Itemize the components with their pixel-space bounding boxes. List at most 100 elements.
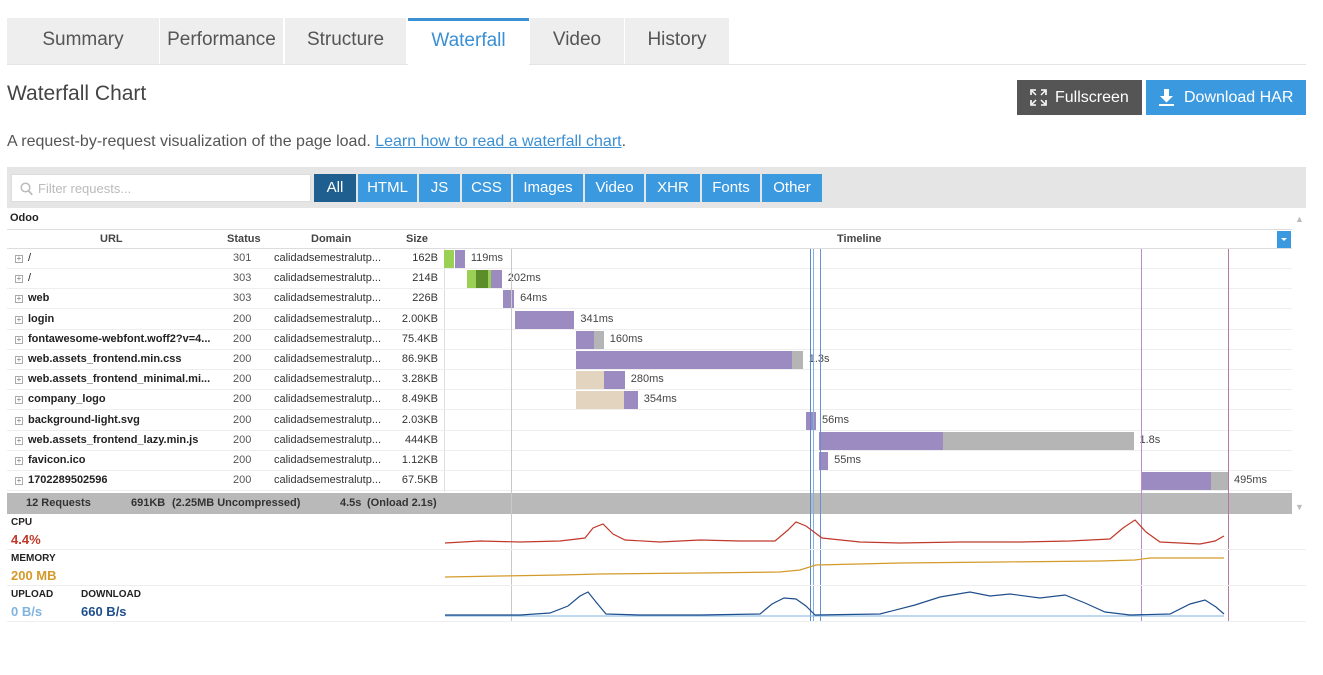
tab-history[interactable]: History	[625, 18, 729, 64]
timing-bar-ttfb[interactable]	[575, 330, 595, 349]
filter-requests-input[interactable]	[38, 175, 308, 201]
table-row[interactable]: + favicon.ico 200 calidadsemestralutp... 1.1…	[7, 451, 1292, 471]
timing-bar-blocked[interactable]	[575, 371, 604, 390]
request-url[interactable]: background-light.svg	[28, 411, 218, 430]
timing-bar-dl[interactable]	[1210, 472, 1228, 491]
table-row[interactable]: +1702289502596 200 calidadsemestralutp... 6…	[7, 471, 1292, 492]
expand-row-icon[interactable]: +	[15, 416, 23, 425]
col-size[interactable]: Size	[406, 230, 428, 248]
timing-bar-lime[interactable]	[466, 270, 477, 289]
scroll-down-icon[interactable]: ▼	[1295, 502, 1304, 512]
timing-bar-dl[interactable]	[594, 330, 604, 349]
request-url[interactable]: web	[28, 289, 218, 308]
timing-bar-blocked[interactable]	[575, 391, 625, 410]
expand-row-icon[interactable]: +	[15, 275, 23, 284]
col-status[interactable]: Status	[227, 230, 261, 248]
timing-bar-ttfb[interactable]	[514, 310, 575, 329]
filter-xhr[interactable]: XHR	[646, 174, 700, 202]
request-url[interactable]: web.assets_frontend.min.css	[28, 350, 218, 369]
col-url[interactable]: URL	[100, 230, 123, 248]
download-label: DOWNLOAD	[81, 589, 141, 600]
memory-label: MEMORY	[11, 553, 56, 564]
request-status: 200	[233, 433, 252, 446]
table-row[interactable]: + web.assets_frontend_lazy.min.js 200 calid…	[7, 431, 1292, 451]
filter-fonts[interactable]: Fonts	[702, 174, 760, 202]
scroll-up-icon[interactable]: ▲	[1295, 214, 1304, 224]
expand-row-icon[interactable]: +	[15, 315, 23, 324]
request-url[interactable]: /	[28, 249, 218, 268]
col-timeline[interactable]: Timeline	[837, 230, 881, 248]
filter-js[interactable]: JS	[419, 174, 460, 202]
expand-row-icon[interactable]: +	[15, 436, 23, 445]
expand-row-icon[interactable]: +	[15, 335, 23, 344]
fullscreen-button[interactable]: Fullscreen	[1017, 80, 1142, 115]
timing-bar-ttfb[interactable]	[502, 290, 515, 309]
col-domain[interactable]: Domain	[311, 230, 351, 248]
timing-bar-dl[interactable]	[792, 351, 803, 369]
summary-time: 4.5s	[340, 497, 362, 509]
timing-bar-ttfb[interactable]	[603, 371, 625, 390]
table-row[interactable]: + / 303 calidadsemestralutp... 214B 202ms	[7, 269, 1292, 290]
tab-performance[interactable]: Performance	[160, 18, 283, 64]
cpu-label: CPU	[11, 517, 33, 528]
timing-bar-ttfb[interactable]	[624, 391, 638, 410]
request-domain: calidadsemestralutp...	[274, 272, 381, 285]
table-row[interactable]: + web 303 calidadsemestralutp... 226B 64ms	[7, 289, 1292, 310]
request-url[interactable]: login	[28, 310, 218, 329]
expand-row-icon[interactable]: +	[15, 396, 23, 405]
request-size: 75.4KB	[401, 332, 438, 345]
timing-bar-dns[interactable]	[444, 250, 455, 268]
timing-bar-ttfb[interactable]	[806, 411, 817, 430]
expand-icon	[1030, 89, 1047, 106]
table-row[interactable]: + web.assets_frontend_minimal.mi... 200 cal…	[7, 370, 1292, 391]
request-size: 67.5KB	[401, 474, 438, 487]
expand-row-icon[interactable]: +	[15, 376, 23, 385]
tab-structure[interactable]: Structure	[285, 18, 406, 64]
request-domain: calidadsemestralutp...	[274, 454, 381, 466]
request-url[interactable]: web.assets_frontend_lazy.min.js	[28, 431, 218, 450]
timing-bar-ttfb[interactable]	[1141, 472, 1211, 491]
timeline-dropdown[interactable]	[1277, 231, 1291, 248]
request-url[interactable]: company_logo	[28, 390, 218, 409]
expand-row-icon[interactable]: +	[15, 356, 23, 364]
table-row[interactable]: + / 301 calidadsemestralutp... 162B 119ms	[7, 249, 1292, 269]
table-row[interactable]: + web.assets_frontend.min.css 200 calidadse…	[7, 350, 1292, 370]
table-row[interactable]: + login 200 calidadsemestralutp... 2.00KB 341…	[7, 310, 1292, 330]
request-size: 226B	[412, 292, 438, 305]
tab-summary[interactable]: Summary	[7, 18, 159, 64]
timing-bar-ttfb[interactable]	[575, 351, 793, 369]
request-domain: calidadsemestralutp...	[274, 332, 381, 345]
expand-row-icon[interactable]: +	[15, 457, 23, 465]
timing-bar-ttfb[interactable]	[491, 270, 502, 289]
expand-row-icon[interactable]: +	[15, 255, 23, 263]
filter-html[interactable]: HTML	[358, 174, 417, 202]
expand-row-icon[interactable]: +	[15, 477, 23, 486]
timing-bar-ttfb[interactable]	[818, 431, 943, 450]
table-row[interactable]: + fontawesome-webfont.woff2?v=4... 200 cali…	[7, 330, 1292, 350]
group-name: Odoo	[10, 212, 39, 224]
timing-bar-ttfb[interactable]	[454, 250, 465, 268]
filter-video[interactable]: Video	[585, 174, 644, 202]
tab-video[interactable]: Video	[530, 18, 624, 64]
filter-other[interactable]: Other	[762, 174, 822, 202]
download-har-button[interactable]: Download HAR	[1146, 80, 1306, 115]
request-url[interactable]: web.assets_frontend_minimal.mi...	[28, 370, 218, 389]
filter-all[interactable]: All	[314, 174, 356, 202]
request-url[interactable]: fontawesome-webfont.woff2?v=4...	[28, 330, 218, 349]
filter-images[interactable]: Images	[513, 174, 583, 202]
expand-row-icon[interactable]: +	[15, 295, 23, 304]
filter-css[interactable]: CSS	[462, 174, 511, 202]
waterfall-scrollbar[interactable]: ▲ ▼	[1292, 208, 1306, 514]
request-domain: calidadsemestralutp...	[274, 373, 381, 386]
table-row[interactable]: + background-light.svg 200 calidadsemestral…	[7, 411, 1292, 431]
request-url[interactable]: favicon.ico	[28, 451, 218, 470]
timing-bar-ssl[interactable]	[476, 270, 488, 289]
metrics-panel: CPU 4.4% MEMORY 200 MB UPLOAD 0 B/s DOWN…	[7, 514, 1306, 622]
request-url[interactable]: 1702289502596	[28, 471, 218, 490]
tab-waterfall[interactable]: Waterfall	[408, 18, 529, 65]
request-domain: calidadsemestralutp...	[274, 433, 381, 446]
timing-bar-dl[interactable]	[942, 431, 1134, 450]
learn-waterfall-link[interactable]: Learn how to read a waterfall chart	[375, 133, 621, 150]
request-url[interactable]: /	[28, 269, 218, 288]
table-row[interactable]: + company_logo 200 calidadsemestralutp... 8.…	[7, 390, 1292, 411]
